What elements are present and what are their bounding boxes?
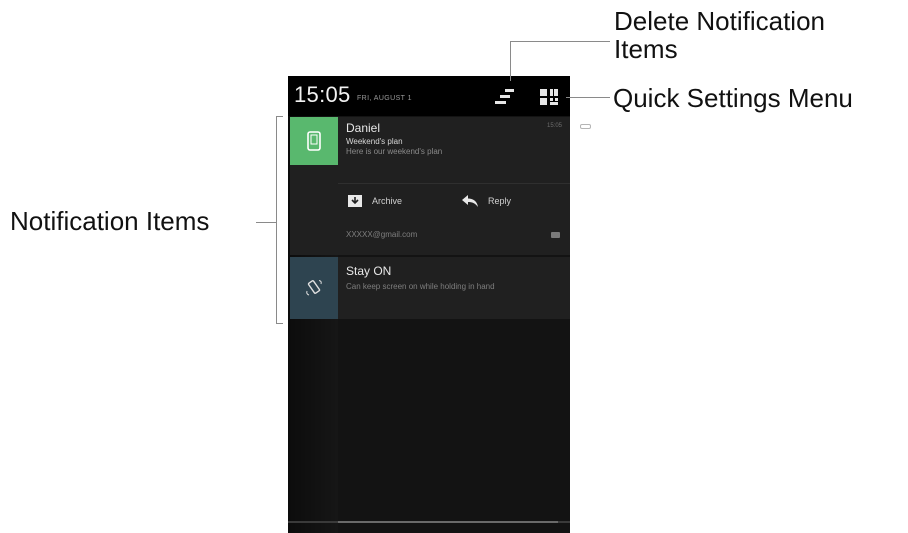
status-clock: 15:05 [294, 82, 351, 107]
status-date: FRI, AUGUST 1 [357, 95, 412, 102]
notification-panel: 15:05 FRI, AUGUST 1 Daniel 15:05 Weekend [288, 76, 570, 533]
quick-settings-icon[interactable] [538, 86, 560, 108]
mail-icon [551, 232, 560, 238]
callout-leader-delete-h [510, 41, 610, 42]
notification-time: 15:05 [546, 123, 562, 129]
notification-item-mail[interactable]: Daniel 15:05 Weekend's plan Here is our … [290, 117, 570, 255]
callout-delete-line1: Delete Notification [614, 6, 825, 36]
notification-preview: Here is our weekend's plan [346, 147, 443, 156]
reply-label: Reply [488, 196, 512, 206]
callout-notification-items: Notification Items [10, 206, 210, 236]
reply-button[interactable]: Reply [462, 195, 511, 207]
callout-quick-settings: Quick Settings Menu [613, 83, 853, 113]
phone-icon [290, 117, 338, 165]
clear-all-icon[interactable] [491, 86, 517, 108]
account-email: XXXXX@gmail.com [346, 230, 418, 239]
notification-title: Daniel [346, 121, 381, 135]
panel-handle-highlight [338, 521, 558, 523]
callout-bracket-items [276, 116, 283, 324]
rotate-phone-icon [290, 257, 338, 319]
callout-leader-qs [566, 97, 610, 98]
divider [338, 183, 570, 184]
status-bar: 15:05 FRI, AUGUST 1 [288, 76, 570, 116]
archive-button[interactable]: Archive [348, 195, 402, 207]
callout-delete-line2: Items [614, 34, 678, 64]
archive-icon [348, 195, 362, 207]
notification-body: Can keep screen on while holding in hand [346, 282, 495, 291]
callout-leader-delete-v [510, 41, 511, 81]
notification-item-stay-on[interactable]: Stay ON Can keep screen on while holding… [290, 257, 570, 319]
reply-icon [462, 195, 478, 207]
notification-title: Stay ON [346, 264, 392, 278]
callout-leader-items [256, 222, 276, 223]
archive-label: Archive [372, 196, 403, 206]
callout-marker [580, 124, 591, 129]
notification-subject: Weekend's plan [346, 137, 403, 146]
callout-delete-notification: Delete Notification Items [614, 7, 825, 63]
